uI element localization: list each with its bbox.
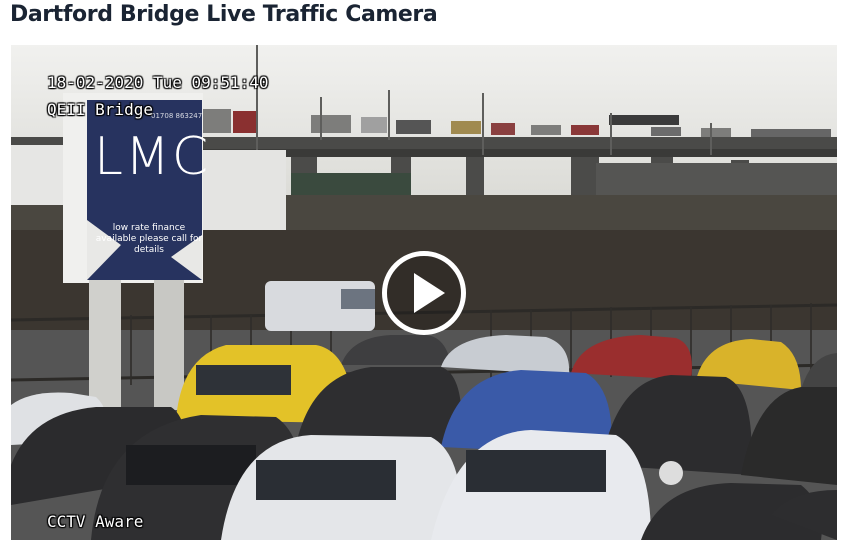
play-icon — [414, 273, 445, 313]
billboard-phone: 01708 863247 — [151, 112, 203, 120]
camera-timestamp: 18-02-2020 Tue 09:51:40 — [47, 73, 269, 92]
camera-watermark: CCTV Aware — [47, 512, 144, 531]
video-player[interactable]: 01708 863247 LMC low rate finance availa… — [11, 45, 837, 540]
billboard-logo: LMC — [94, 127, 211, 187]
page-title: Dartford Bridge Live Traffic Camera — [10, 2, 438, 27]
camera-location-label: QEII Bridge — [47, 100, 153, 119]
billboard-tagline: low rate finance available please call f… — [95, 223, 203, 255]
play-button[interactable] — [382, 251, 466, 335]
